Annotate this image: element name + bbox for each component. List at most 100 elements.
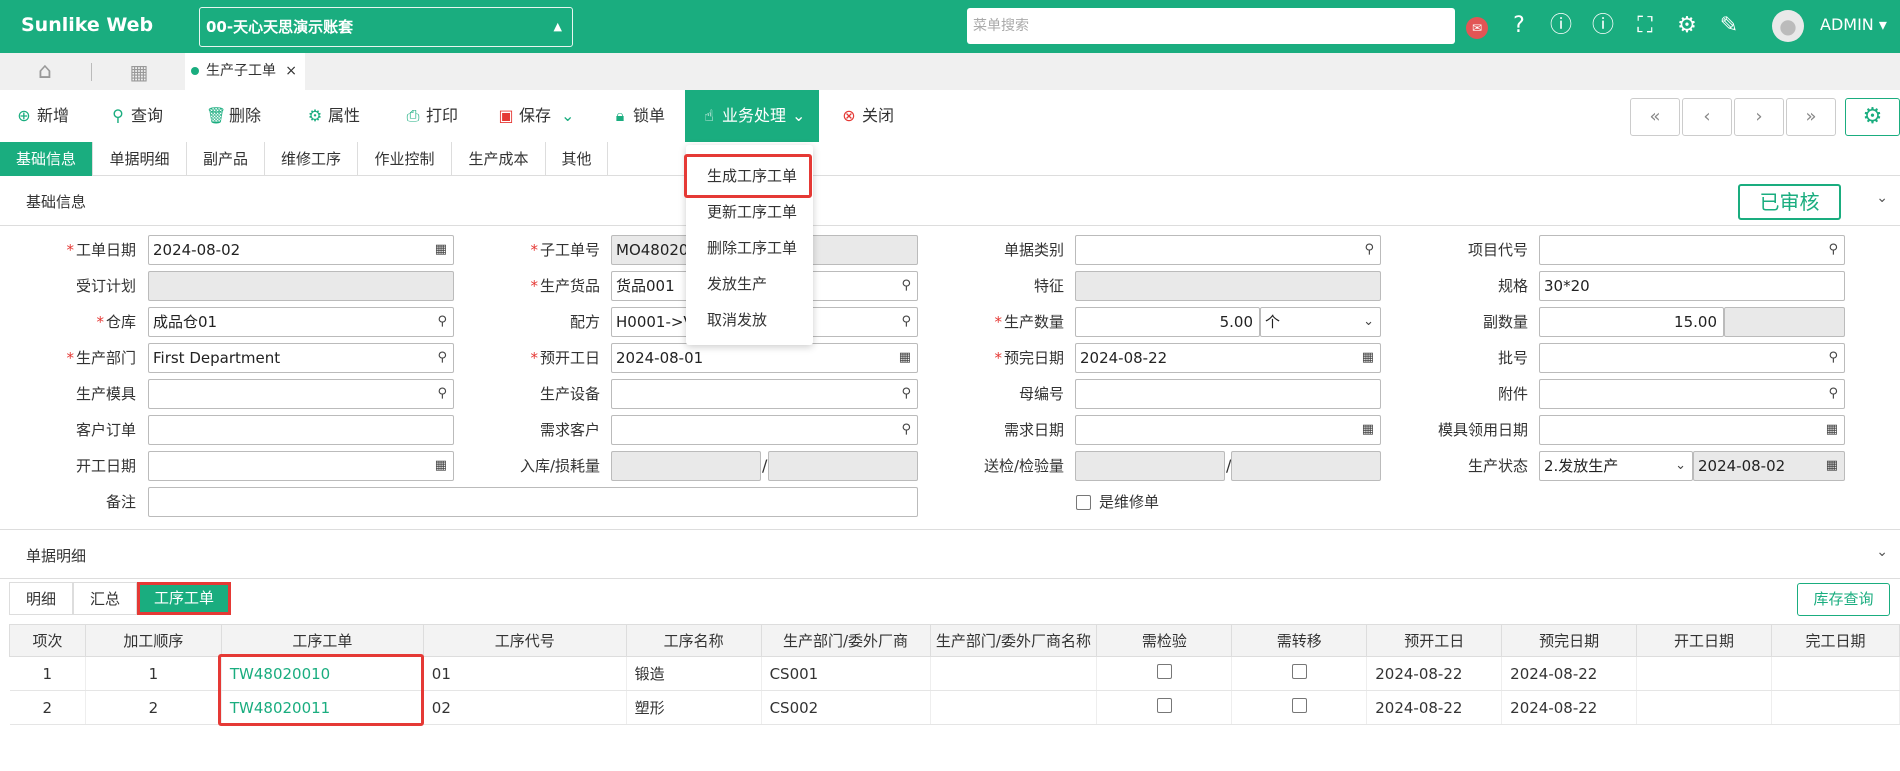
tab-other[interactable]: 其他 bbox=[546, 142, 608, 176]
menu-search-input[interactable]: 菜单搜索 bbox=[967, 8, 1455, 44]
doc-type-field[interactable]: ⚲ bbox=[1075, 235, 1381, 265]
need-inspect-checkbox[interactable] bbox=[1156, 698, 1172, 713]
home-icon[interactable]: ⌂ bbox=[30, 57, 60, 87]
properties-button[interactable]: ⚙ 属性 bbox=[305, 90, 360, 142]
tab-job-control[interactable]: 作业控制 bbox=[358, 142, 452, 176]
attachment-field[interactable]: ⚲ bbox=[1539, 379, 1845, 409]
chevron-down-icon[interactable]: ⌄ bbox=[1876, 544, 1888, 560]
parent-no-field[interactable] bbox=[1075, 379, 1381, 409]
tab-by-product[interactable]: 副产品 bbox=[187, 142, 265, 176]
tab-summary[interactable]: 汇总 bbox=[73, 582, 137, 615]
search-icon[interactable]: ⚲ bbox=[1828, 380, 1838, 408]
chevron-down-icon[interactable]: ⌄ bbox=[561, 106, 574, 125]
tab-production-cost[interactable]: 生产成本 bbox=[452, 142, 546, 176]
project-code-field[interactable]: ⚲ bbox=[1539, 235, 1845, 265]
account-selector[interactable]: 00-天心天思演示账套 ▲ bbox=[199, 7, 573, 47]
menu-item-delete-process-order[interactable]: 删除工序工单 bbox=[686, 230, 813, 266]
unit-select[interactable]: 个 ⌄ bbox=[1260, 307, 1381, 337]
first-record-button[interactable]: « bbox=[1630, 98, 1680, 136]
tab-production-sub-order[interactable]: 生产子工单 × bbox=[185, 53, 305, 90]
settings-icon[interactable]: ⚙ bbox=[1672, 11, 1702, 41]
tab-basic-info[interactable]: 基础信息 bbox=[0, 142, 93, 176]
need-transfer-checkbox[interactable] bbox=[1291, 698, 1307, 713]
repair-checkbox[interactable] bbox=[1076, 495, 1091, 510]
label-attachment: 附件 bbox=[1497, 385, 1528, 403]
help-icon[interactable]: ? bbox=[1504, 11, 1534, 41]
mold-field[interactable]: ⚲ bbox=[148, 379, 454, 409]
search-icon[interactable]: ⚲ bbox=[437, 344, 447, 372]
search-icon[interactable]: ⚲ bbox=[437, 308, 447, 336]
tab-doc-detail[interactable]: 单据明细 bbox=[93, 142, 187, 176]
print-button[interactable]: ⎙ 打印 bbox=[403, 90, 458, 142]
open-date-field[interactable]: ▦ bbox=[148, 451, 454, 481]
about-icon[interactable]: ⓘ bbox=[1588, 11, 1618, 41]
demand-customer-field[interactable]: ⚲ bbox=[611, 415, 918, 445]
lock-button[interactable]: 🔒︎ 锁单 bbox=[610, 90, 665, 142]
calendar-icon[interactable]: ▦ bbox=[1362, 416, 1374, 444]
plan-start-field[interactable]: 2024-08-01 ▦ bbox=[611, 343, 918, 373]
close-icon[interactable]: × bbox=[285, 53, 297, 90]
delete-button[interactable]: 🗑 删除 bbox=[206, 90, 261, 142]
calendar-icon[interactable]: ▦ bbox=[899, 344, 911, 372]
search-icon[interactable]: ⚲ bbox=[901, 272, 911, 300]
calendar-icon[interactable]: ▦ bbox=[1826, 416, 1838, 444]
slash: / bbox=[762, 456, 768, 475]
avatar[interactable]: ● bbox=[1772, 10, 1804, 42]
save-button[interactable]: ▣ 保存 ⌄ bbox=[496, 90, 574, 142]
calendar-icon[interactable]: ▦ bbox=[1362, 344, 1374, 372]
stock-query-button[interactable]: 库存查询 bbox=[1797, 583, 1890, 616]
calendar-icon[interactable]: ▦ bbox=[435, 452, 447, 480]
last-record-button[interactable]: » bbox=[1786, 98, 1836, 136]
menu-item-cancel-release[interactable]: 取消发放 bbox=[686, 302, 813, 338]
spec-field[interactable]: 30*20 bbox=[1539, 271, 1845, 301]
grid-icon[interactable]: ▦ bbox=[124, 57, 154, 87]
equipment-field[interactable]: ⚲ bbox=[611, 379, 918, 409]
need-inspect-checkbox[interactable] bbox=[1156, 664, 1172, 679]
close-button[interactable]: ⊗ 关闭 bbox=[839, 90, 894, 142]
chevron-down-icon[interactable]: ⌄ bbox=[1876, 190, 1888, 206]
cell: 02 bbox=[423, 690, 627, 725]
search-icon[interactable]: ⚲ bbox=[901, 380, 911, 408]
need-transfer-checkbox[interactable] bbox=[1291, 664, 1307, 679]
batch-field[interactable]: ⚲ bbox=[1539, 343, 1845, 373]
add-button[interactable]: ⊕ 新增 bbox=[14, 90, 69, 142]
prod-qty-field[interactable]: 5.00 bbox=[1075, 307, 1260, 337]
prod-dept-field[interactable]: First Department ⚲ bbox=[148, 343, 454, 373]
clean-icon[interactable]: ✎ bbox=[1714, 11, 1744, 41]
business-process-button[interactable]: ☝ 业务处理 ⌄ bbox=[685, 90, 820, 142]
calendar-icon[interactable]: ▦ bbox=[435, 236, 447, 264]
form-tabs: 基础信息 单据明细 副产品 维修工序 作业控制 生产成本 其他 bbox=[0, 142, 1900, 176]
tab-process-order[interactable]: 工序工单 bbox=[137, 582, 231, 615]
tab-detail[interactable]: 明细 bbox=[9, 582, 73, 615]
order-date-field[interactable]: 2024-08-02 ▦ bbox=[148, 235, 454, 265]
prod-status-select[interactable]: 2.发放生产 ⌄ bbox=[1539, 451, 1693, 481]
search-icon[interactable]: ⚲ bbox=[1364, 236, 1374, 264]
prev-record-button[interactable]: ‹ bbox=[1682, 98, 1732, 136]
user-menu[interactable]: ADMIN ▾ bbox=[1820, 15, 1887, 34]
search-icon[interactable]: ⚲ bbox=[901, 308, 911, 336]
next-record-button[interactable]: › bbox=[1734, 98, 1784, 136]
label-project-code: 项目代号 bbox=[1467, 241, 1528, 259]
customer-order-field[interactable] bbox=[148, 415, 454, 445]
search-icon[interactable]: ⚲ bbox=[1828, 236, 1838, 264]
info-icon[interactable]: ⓘ bbox=[1546, 11, 1576, 41]
col-header: 项次 bbox=[9, 624, 86, 657]
search-icon[interactable]: ⚲ bbox=[901, 416, 911, 444]
warehouse-field[interactable]: 成品仓01 ⚲ bbox=[148, 307, 454, 337]
sub-qty-field[interactable]: 15.00 bbox=[1539, 307, 1724, 337]
menu-item-update-process-order[interactable]: 更新工序工单 bbox=[686, 194, 813, 230]
search-icon[interactable]: ⚲ bbox=[437, 380, 447, 408]
fullscreen-icon[interactable]: ⛶ bbox=[1630, 11, 1660, 41]
notification-icon[interactable]: ✉ bbox=[1462, 11, 1492, 41]
highlight-box bbox=[684, 154, 812, 198]
query-button[interactable]: ⚲ 查询 bbox=[108, 90, 163, 142]
search-icon[interactable]: ⚲ bbox=[1828, 344, 1838, 372]
menu-item-release-production[interactable]: 发放生产 bbox=[686, 266, 813, 302]
toolbar-settings-button[interactable]: ⚙ bbox=[1845, 98, 1900, 136]
remark-field[interactable] bbox=[148, 487, 918, 517]
demand-date-field[interactable]: ▦ bbox=[1075, 415, 1381, 445]
plan-end-field[interactable]: 2024-08-22 ▦ bbox=[1075, 343, 1381, 373]
tab-repair-process[interactable]: 维修工序 bbox=[265, 142, 358, 176]
mold-date-field[interactable]: ▦ bbox=[1539, 415, 1845, 445]
lock-icon: 🔒︎ bbox=[615, 106, 625, 125]
